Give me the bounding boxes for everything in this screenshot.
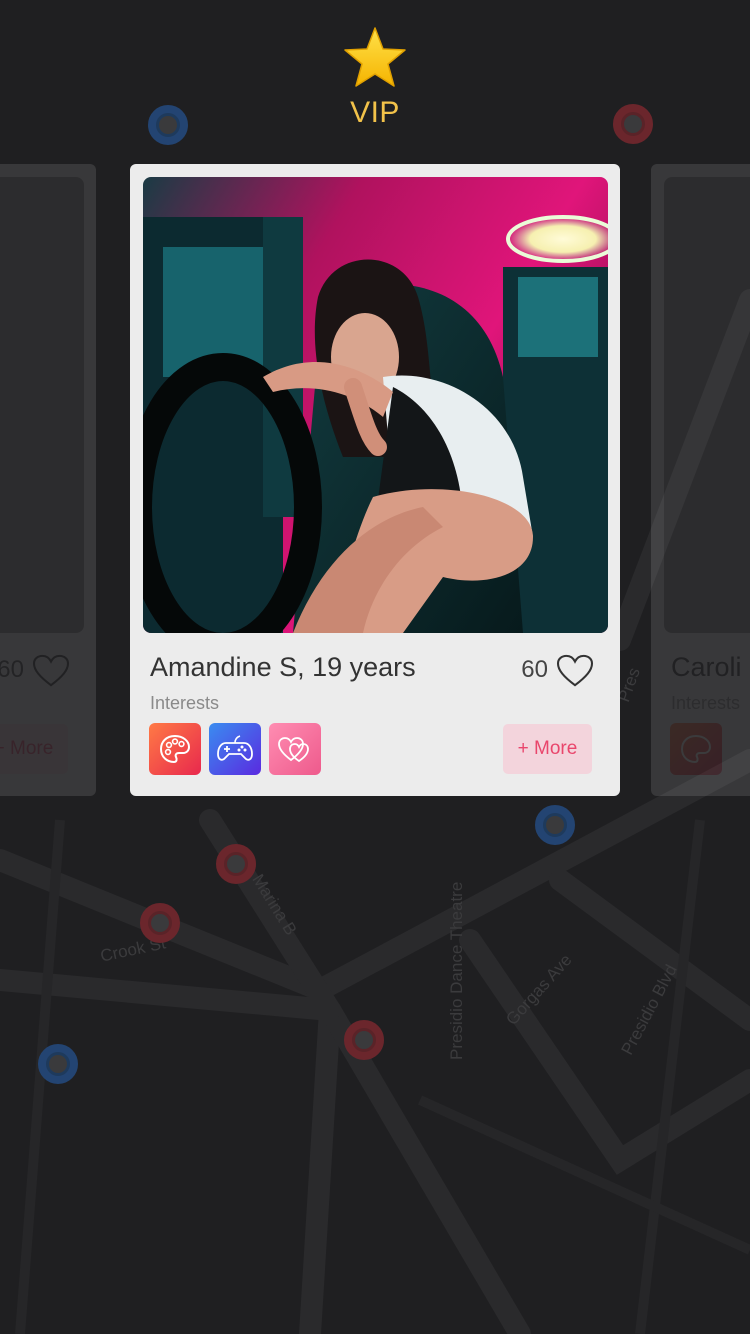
interest-art[interactable]	[670, 723, 722, 775]
profile-name: Amandine S, 19 years	[150, 652, 416, 682]
profile-photo-image	[143, 177, 608, 633]
palette-icon	[159, 734, 191, 764]
hearts-icon	[278, 737, 309, 763]
profile-photo	[664, 177, 750, 633]
interest-art[interactable]	[149, 723, 201, 775]
interests-label: Interests	[150, 693, 220, 713]
street-label-presidio-dance: Presidio Dance Theatre	[447, 881, 466, 1060]
profile-card[interactable]: Amandine S, 19 years 60 Interests + More	[130, 164, 620, 796]
profile-photo	[0, 177, 84, 633]
palette-icon	[680, 734, 712, 764]
interests-label: Interests	[671, 693, 741, 713]
interest-romance[interactable]	[269, 723, 321, 775]
profile-card-previous[interactable]: 60 + More	[0, 164, 96, 796]
like-count: 60	[521, 656, 548, 683]
heart-icon[interactable]	[556, 654, 594, 688]
map-pin-red[interactable]	[216, 844, 256, 884]
star-icon	[344, 27, 406, 87]
map-pin-blue[interactable]	[38, 1044, 78, 1084]
gamepad-icon	[217, 735, 253, 761]
more-interests-button[interactable]: + More	[0, 724, 68, 774]
map-pin-blue[interactable]	[535, 805, 575, 845]
map-pin-red[interactable]	[344, 1020, 384, 1060]
interest-gaming[interactable]	[209, 723, 261, 775]
more-interests-button[interactable]: + More	[503, 724, 592, 774]
like-count: 60	[0, 656, 24, 683]
vip-label: VIP	[350, 96, 400, 129]
profile-card-next[interactable]: Caroli Interests	[651, 164, 750, 796]
heart-icon[interactable]	[32, 654, 70, 688]
map-pin-red[interactable]	[140, 903, 180, 943]
profile-photo[interactable]	[143, 177, 608, 633]
profile-name: Caroli	[671, 652, 742, 682]
